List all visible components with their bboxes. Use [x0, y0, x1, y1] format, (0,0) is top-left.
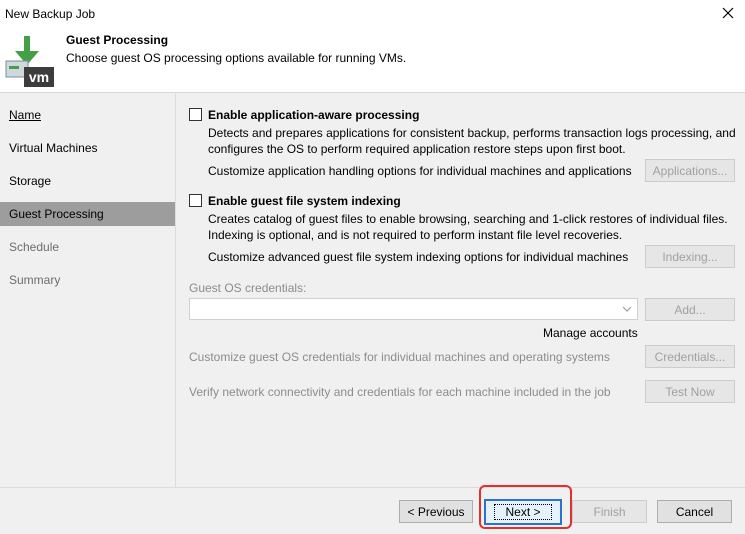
indexing-description-line2: Indexing is optional, and is not require…: [208, 228, 623, 242]
app-aware-description-line1: Detects and prepares applications for co…: [208, 126, 736, 140]
close-button[interactable]: [717, 3, 739, 23]
sidebar-item-guest-processing[interactable]: Guest Processing: [0, 202, 175, 226]
chevron-down-icon[interactable]: [617, 299, 637, 319]
previous-button[interactable]: < Previous: [399, 500, 473, 523]
close-icon: [722, 7, 734, 19]
indexing-description-line1: Creates catalog of guest files to enable…: [208, 212, 728, 226]
credentials-customize-text: Customize guest OS credentials for indiv…: [189, 350, 610, 364]
wizard-footer: < Previous Next > Finish Cancel: [0, 487, 745, 534]
wizard-steps-sidebar: Name Virtual Machines Storage Guest Proc…: [0, 93, 175, 487]
app-aware-description-line2: configures the OS to perform required ap…: [208, 142, 626, 156]
guest-os-credentials-dropdown[interactable]: [189, 298, 638, 320]
wizard-header: vm Guest Processing Choose guest OS proc…: [0, 28, 745, 90]
sidebar-item-schedule[interactable]: Schedule: [0, 235, 175, 259]
sidebar-item-name[interactable]: Name: [0, 103, 175, 127]
indexing-button[interactable]: Indexing...: [645, 245, 735, 268]
add-credentials-button[interactable]: Add...: [645, 298, 735, 321]
backup-job-window: New Backup Job vm Guest Processing Choos…: [0, 0, 745, 534]
app-aware-label[interactable]: Enable application-aware processing: [208, 108, 419, 122]
cancel-button[interactable]: Cancel: [657, 500, 732, 523]
sidebar-item-storage[interactable]: Storage: [0, 169, 175, 193]
sidebar-item-summary[interactable]: Summary: [0, 268, 175, 292]
test-now-button[interactable]: Test Now: [645, 380, 735, 403]
indexing-customize-text: Customize advanced guest file system ind…: [208, 250, 629, 264]
credentials-button[interactable]: Credentials...: [645, 345, 735, 368]
finish-button[interactable]: Finish: [572, 500, 647, 523]
guest-os-credentials-label: Guest OS credentials:: [189, 281, 307, 295]
manage-accounts-link[interactable]: Manage accounts: [543, 326, 638, 340]
guest-processing-panel: Enable application-aware processing Dete…: [176, 93, 745, 487]
next-button[interactable]: Next >: [484, 499, 562, 525]
indexing-label[interactable]: Enable guest file system indexing: [208, 194, 401, 208]
app-aware-checkbox[interactable]: [189, 108, 202, 121]
title-bar: New Backup Job: [0, 0, 745, 28]
sidebar-item-virtual-machines[interactable]: Virtual Machines: [0, 136, 175, 160]
next-button-label: Next >: [494, 504, 552, 520]
vm-backup-icon: vm: [4, 33, 56, 87]
page-title: Guest Processing: [66, 33, 169, 47]
sidebar-item-label: Name: [9, 108, 42, 122]
sidebar-item-label: Virtual Machines: [9, 141, 98, 155]
sidebar-item-label: Storage: [9, 174, 52, 188]
window-title: New Backup Job: [5, 7, 96, 21]
svg-text:vm: vm: [29, 69, 49, 85]
applications-button[interactable]: Applications...: [645, 159, 735, 182]
sidebar-item-label: Summary: [9, 273, 61, 287]
verify-connectivity-text: Verify network connectivity and credenti…: [189, 385, 611, 399]
sidebar-item-label: Guest Processing: [9, 207, 104, 221]
indexing-checkbox[interactable]: [189, 194, 202, 207]
sidebar-item-label: Schedule: [9, 240, 60, 254]
app-aware-customize-text: Customize application handling options f…: [208, 164, 632, 178]
page-subtitle: Choose guest OS processing options avail…: [66, 51, 407, 65]
